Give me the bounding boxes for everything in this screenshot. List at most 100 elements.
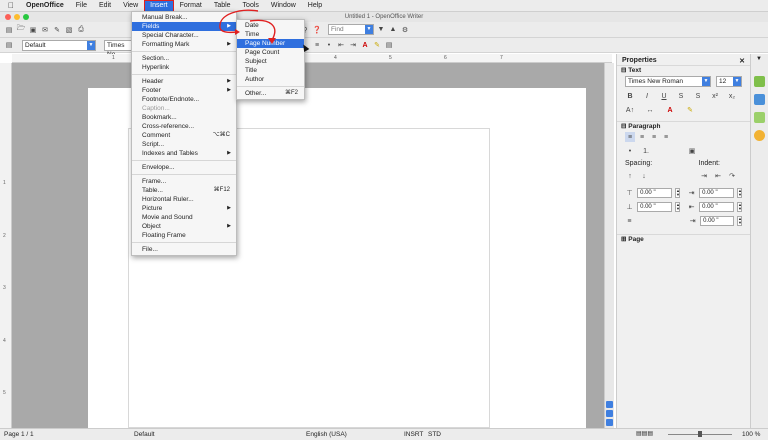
decrease-indent-icon[interactable]: ⇤: [336, 40, 346, 50]
close-window-icon[interactable]: [5, 14, 11, 20]
sidebar-font-select[interactable]: Times New Roman ▼: [625, 76, 711, 87]
page-section-header[interactable]: ⊞ Page: [617, 234, 750, 243]
zoom-slider-handle[interactable]: [698, 431, 702, 437]
spin-stepper[interactable]: ▲ ▼: [675, 188, 680, 198]
paragraph-bg-icon[interactable]: ▣: [687, 146, 697, 156]
indent-increase-icon[interactable]: ⇥: [699, 171, 709, 181]
spin-stepper[interactable]: ▲ ▼: [737, 202, 742, 212]
export-pdf-icon[interactable]: ▧: [64, 25, 74, 35]
next-page-button[interactable]: [606, 419, 613, 426]
spacing-below-icon[interactable]: ↓: [639, 171, 649, 181]
menu-item-bookmark[interactable]: Bookmark...: [132, 113, 236, 122]
below-spacing-input[interactable]: 0.00 ": [637, 202, 672, 212]
grow-font-icon[interactable]: A↑: [625, 105, 635, 115]
hanging-indent-icon[interactable]: ↷: [727, 171, 737, 181]
menu-item-picture[interactable]: Picture ▶: [132, 204, 236, 213]
menu-item-horizontal-ruler[interactable]: Horizontal Ruler...: [132, 195, 236, 204]
bullets-icon[interactable]: •: [324, 40, 334, 50]
menu-item-file[interactable]: File...: [132, 245, 236, 254]
status-style[interactable]: Default: [134, 429, 155, 440]
increase-indent-icon[interactable]: ⇥: [348, 40, 358, 50]
spin-stepper[interactable]: ▲ ▼: [675, 202, 680, 212]
menu-item-object[interactable]: Object ▶: [132, 222, 236, 231]
underline-icon[interactable]: U: [659, 91, 669, 101]
align-right-icon[interactable]: ≡: [649, 132, 659, 142]
justify-icon[interactable]: ≡: [661, 132, 671, 142]
subscript-icon[interactable]: x₂: [727, 91, 737, 101]
vertical-ruler[interactable]: 1 2 3 4 5: [0, 63, 12, 428]
styles-icon[interactable]: ▤: [4, 40, 14, 50]
app-menu[interactable]: OpenOffice: [20, 0, 70, 12]
open-icon[interactable]: 🗁: [16, 25, 26, 35]
menu-item-header[interactable]: Header ▶: [132, 77, 236, 86]
menu-item-floating-frame[interactable]: Floating Frame: [132, 231, 236, 240]
align-left-icon[interactable]: ≡: [625, 132, 635, 142]
email-icon[interactable]: ✉: [40, 25, 50, 35]
menu-item-hyperlink[interactable]: Hyperlink: [132, 63, 236, 72]
view-layout-icon[interactable]: ▤▤▤: [636, 429, 653, 440]
save-icon[interactable]: ▣: [28, 25, 38, 35]
edit-file-icon[interactable]: ✎: [52, 25, 62, 35]
highlight-icon[interactable]: ✎: [685, 105, 695, 115]
numbering-icon[interactable]: 1.: [641, 146, 651, 156]
spin-stepper[interactable]: ▲ ▼: [737, 188, 742, 198]
find-dropdown-icon[interactable]: ▼: [365, 25, 373, 34]
menu-help[interactable]: Help: [302, 0, 328, 12]
paragraph-style-select[interactable]: Default ▼: [22, 39, 96, 51]
apple-icon[interactable]: : [0, 0, 20, 12]
status-language[interactable]: English (USA): [306, 429, 347, 440]
superscript-icon[interactable]: x²: [710, 91, 720, 101]
first-line-indent-input[interactable]: 0.00 ": [700, 216, 734, 226]
char-spacing-icon[interactable]: ↔: [645, 105, 655, 115]
menu-item-table[interactable]: Table... ⌘F12: [132, 186, 236, 195]
horizontal-ruler[interactable]: 1 2 3 4 5 6 7: [12, 54, 612, 63]
numbering-icon[interactable]: ≡: [312, 40, 322, 50]
bold-icon[interactable]: B: [625, 91, 635, 101]
new-document-icon[interactable]: ▤: [4, 25, 14, 35]
menu-item-footnote-endnote[interactable]: Footnote/Endnote...: [132, 95, 236, 104]
find-replace-icon[interactable]: ⚙: [400, 25, 410, 35]
close-icon[interactable]: ✕: [739, 57, 745, 65]
status-page[interactable]: Page 1 / 1: [4, 429, 34, 440]
after-indent-input[interactable]: 0.00 ": [699, 202, 734, 212]
menu-item-indexes-and-tables[interactable]: Indexes and Tables ▶: [132, 149, 236, 158]
gallery-deck-icon[interactable]: [754, 112, 765, 123]
italic-icon[interactable]: I: [642, 91, 652, 101]
font-color-icon[interactable]: A: [360, 40, 370, 50]
find-next-icon[interactable]: ▼: [376, 25, 386, 35]
before-indent-input[interactable]: 0.00 ": [699, 188, 734, 198]
menu-item-subject[interactable]: Subject: [237, 57, 304, 66]
highlight-icon[interactable]: ✎: [372, 40, 382, 50]
status-insert-mode[interactable]: INSRT: [404, 429, 423, 440]
spacing-above-icon[interactable]: ↑: [625, 171, 635, 181]
strikethrough-icon[interactable]: S: [676, 91, 686, 101]
status-zoom[interactable]: 100 %: [742, 429, 760, 440]
navigator-deck-icon[interactable]: [754, 130, 765, 141]
menu-item-comment[interactable]: Comment ⌥⌘C: [132, 131, 236, 140]
menu-item-frame[interactable]: Frame...: [132, 177, 236, 186]
shadow-icon[interactable]: S: [693, 91, 703, 101]
menu-item-script[interactable]: Script...: [132, 140, 236, 149]
chevron-down-icon[interactable]: ▼: [733, 77, 741, 86]
menu-item-other[interactable]: Other... ⌘F2: [237, 89, 304, 98]
styles-deck-icon[interactable]: [754, 94, 765, 105]
above-spacing-input[interactable]: 0.00 ": [637, 188, 672, 198]
vertical-scrollbar[interactable]: [604, 63, 614, 428]
menu-item-section[interactable]: Section...: [132, 54, 236, 63]
help-icon[interactable]: ❓: [312, 25, 322, 35]
navigation-button[interactable]: [606, 410, 613, 417]
minimize-window-icon[interactable]: [14, 14, 20, 20]
sidebar-font-size[interactable]: 12 ▼: [716, 76, 742, 87]
print-icon[interactable]: ⎙: [76, 25, 86, 35]
menu-item-footer[interactable]: Footer ▶: [132, 86, 236, 95]
spin-stepper[interactable]: ▲ ▼: [737, 216, 742, 226]
text-section-header[interactable]: ⊟ Text: [617, 65, 750, 74]
paragraph-section-header[interactable]: ⊟ Paragraph: [617, 121, 750, 130]
menu-file[interactable]: File: [70, 0, 93, 12]
menu-item-title[interactable]: Title: [237, 66, 304, 75]
background-color-icon[interactable]: ▤: [384, 40, 394, 50]
bullets-icon[interactable]: •: [625, 146, 635, 156]
indent-decrease-icon[interactable]: ⇤: [713, 171, 723, 181]
properties-deck-icon[interactable]: [754, 76, 765, 87]
deck-menu-icon[interactable]: ▼: [756, 56, 762, 62]
